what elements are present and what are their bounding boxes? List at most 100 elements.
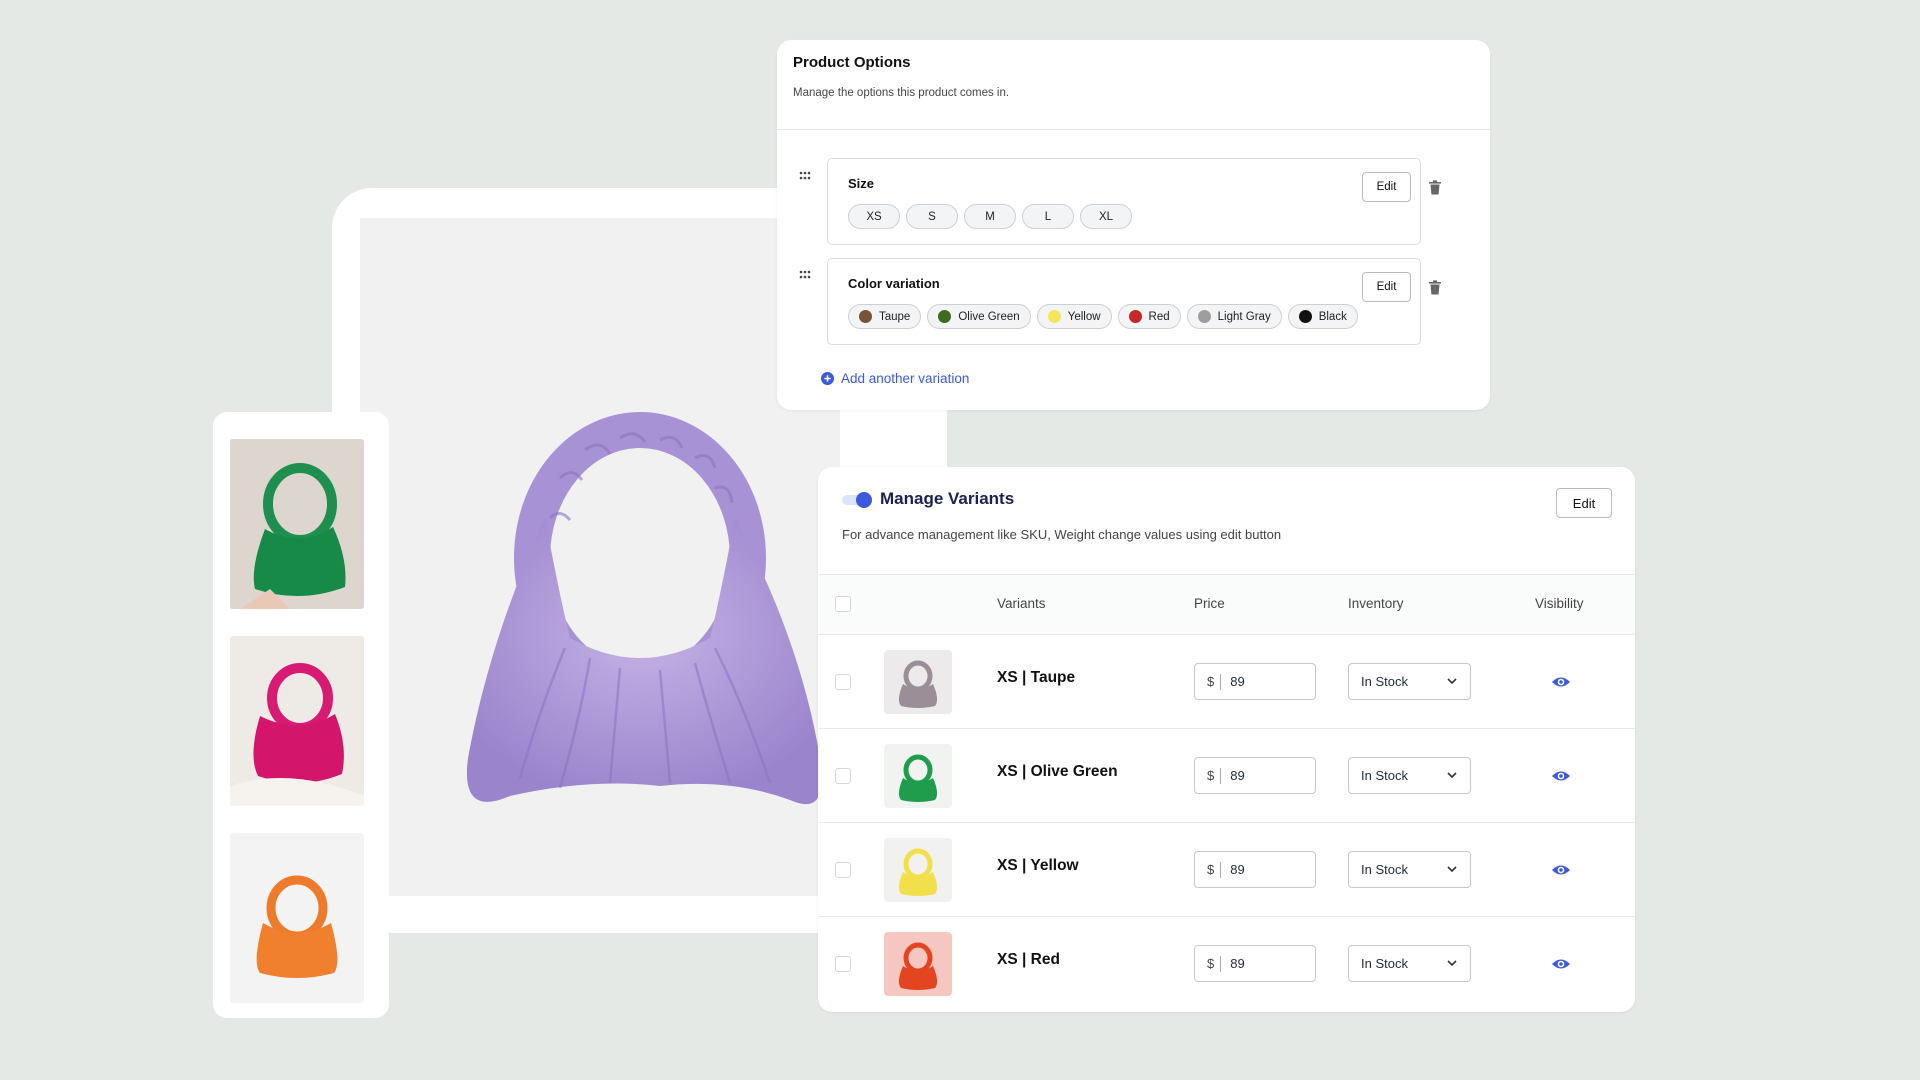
currency-symbol: $	[1207, 768, 1215, 783]
thumbnail-green-bag[interactable]	[230, 439, 364, 609]
inventory-select[interactable]: In Stock	[1348, 851, 1471, 888]
color-pill-red: Red	[1117, 304, 1181, 329]
inventory-value: In Stock	[1361, 862, 1408, 877]
row-checkbox[interactable]	[835, 862, 851, 878]
inventory-select[interactable]: In Stock	[1348, 663, 1471, 700]
price-input[interactable]: $89	[1194, 757, 1316, 794]
select-all-checkbox[interactable]	[835, 596, 851, 612]
variant-thumbnail	[884, 838, 952, 902]
trash-icon[interactable]	[1428, 280, 1442, 295]
row-checkbox[interactable]	[835, 674, 851, 690]
edit-size-button[interactable]: Edit	[1362, 172, 1411, 202]
color-name: Black	[1318, 310, 1347, 323]
color-name: Olive Green	[958, 310, 1020, 323]
size-pill: XS	[848, 204, 900, 229]
variant-thumbnail	[884, 932, 952, 996]
color-swatch	[1298, 310, 1312, 323]
eye-icon[interactable]	[1551, 769, 1571, 783]
size-option-label: Size	[848, 176, 875, 191]
edit-color-button[interactable]: Edit	[1362, 272, 1411, 302]
color-name: Red	[1148, 310, 1170, 323]
color-swatch	[859, 310, 872, 323]
product-image-stage	[360, 218, 840, 896]
inventory-value: In Stock	[1361, 956, 1408, 971]
eye-icon[interactable]	[1551, 863, 1571, 877]
color-pill-taupe: Taupe	[848, 304, 922, 329]
drag-handle-icon[interactable]	[799, 270, 811, 280]
color-values: Taupe Olive Green Yellow Red Light Gray …	[848, 304, 1364, 329]
table-row: XS | Taupe $89 In Stock	[818, 634, 1635, 729]
table-row: XS | Red $89 In Stock	[818, 916, 1635, 1011]
add-variation-label: Add another variation	[841, 371, 970, 386]
size-pill: L	[1022, 204, 1074, 229]
divider	[777, 129, 1490, 130]
color-swatch	[1047, 310, 1061, 323]
row-checkbox[interactable]	[835, 956, 851, 972]
eye-icon[interactable]	[1551, 957, 1571, 971]
variant-name: XS | Olive Green	[997, 763, 1118, 780]
color-pill-olive-green: Olive Green	[927, 304, 1031, 329]
color-swatch	[1197, 310, 1211, 323]
chevron-down-icon	[1447, 678, 1457, 685]
column-header-variants: Variants	[997, 596, 1046, 611]
thumbnail-orange-bag[interactable]	[230, 833, 364, 1003]
eye-icon[interactable]	[1551, 675, 1571, 689]
add-variation-link[interactable]: Add another variation	[821, 371, 969, 386]
inventory-select[interactable]: In Stock	[1348, 757, 1471, 794]
table-row: XS | Yellow $89 In Stock	[818, 822, 1635, 917]
color-swatch	[938, 310, 952, 323]
inventory-value: In Stock	[1361, 768, 1408, 783]
inventory-select[interactable]: In Stock	[1348, 945, 1471, 982]
product-options-title: Product Options	[793, 54, 911, 71]
size-pill: S	[906, 204, 958, 229]
thumbnail-pink-bag[interactable]	[230, 636, 364, 806]
product-options-subtitle: Manage the options this product comes in…	[793, 87, 1010, 99]
currency-symbol: $	[1207, 956, 1215, 971]
price-input[interactable]: $89	[1194, 945, 1316, 982]
color-swatch	[1128, 310, 1142, 323]
drag-handle-icon[interactable]	[799, 171, 811, 181]
price-value: 89	[1230, 768, 1245, 783]
color-option-label: Color variation	[848, 276, 940, 291]
edit-variants-button[interactable]: Edit	[1556, 488, 1612, 518]
chevron-down-icon	[1447, 960, 1457, 967]
thumbnail-panel	[213, 412, 389, 1018]
manage-variants-title: Manage Variants	[880, 489, 1015, 508]
manage-variants-description: For advance management like SKU, Weight …	[842, 527, 1282, 542]
manage-variants-card: Manage Variants For advance management l…	[818, 467, 1635, 1012]
price-value: 89	[1230, 956, 1245, 971]
variant-name: XS | Yellow	[997, 857, 1079, 874]
inventory-value: In Stock	[1361, 674, 1408, 689]
price-input[interactable]: $89	[1194, 663, 1316, 700]
variant-name: XS | Taupe	[997, 669, 1076, 686]
currency-symbol: $	[1207, 674, 1215, 689]
chevron-down-icon	[1447, 866, 1457, 873]
variants-toggle[interactable]	[842, 492, 872, 508]
table-row: XS | Olive Green $89 In Stock	[818, 728, 1635, 823]
column-header-visibility: Visibility	[1535, 596, 1584, 611]
size-pill: XL	[1080, 204, 1132, 229]
price-value: 89	[1230, 862, 1245, 877]
color-pill-yellow: Yellow	[1036, 304, 1112, 329]
size-values: XS S M L XL	[848, 204, 1138, 229]
table-header: Variants Price Inventory Visibility	[818, 575, 1635, 635]
variant-thumbnail	[884, 744, 952, 808]
variant-thumbnail	[884, 650, 952, 714]
price-value: 89	[1230, 674, 1245, 689]
product-options-card: Product Options Manage the options this …	[777, 40, 1490, 410]
size-option: Size XS S M L XL Edit	[827, 158, 1441, 245]
color-option: Color variation Taupe Olive Green Yellow…	[827, 258, 1441, 345]
row-checkbox[interactable]	[835, 768, 851, 784]
variant-name: XS | Red	[997, 951, 1060, 968]
color-name: Yellow	[1067, 310, 1101, 323]
currency-symbol: $	[1207, 862, 1215, 877]
column-header-price: Price	[1194, 596, 1225, 611]
trash-icon[interactable]	[1428, 180, 1442, 195]
chevron-down-icon	[1447, 772, 1457, 779]
main-product-image	[466, 412, 822, 805]
color-name: Light Gray	[1217, 310, 1271, 323]
plus-circle-icon	[821, 372, 834, 385]
color-name: Taupe	[879, 310, 911, 323]
color-pill-light-gray: Light Gray	[1186, 304, 1282, 329]
price-input[interactable]: $89	[1194, 851, 1316, 888]
